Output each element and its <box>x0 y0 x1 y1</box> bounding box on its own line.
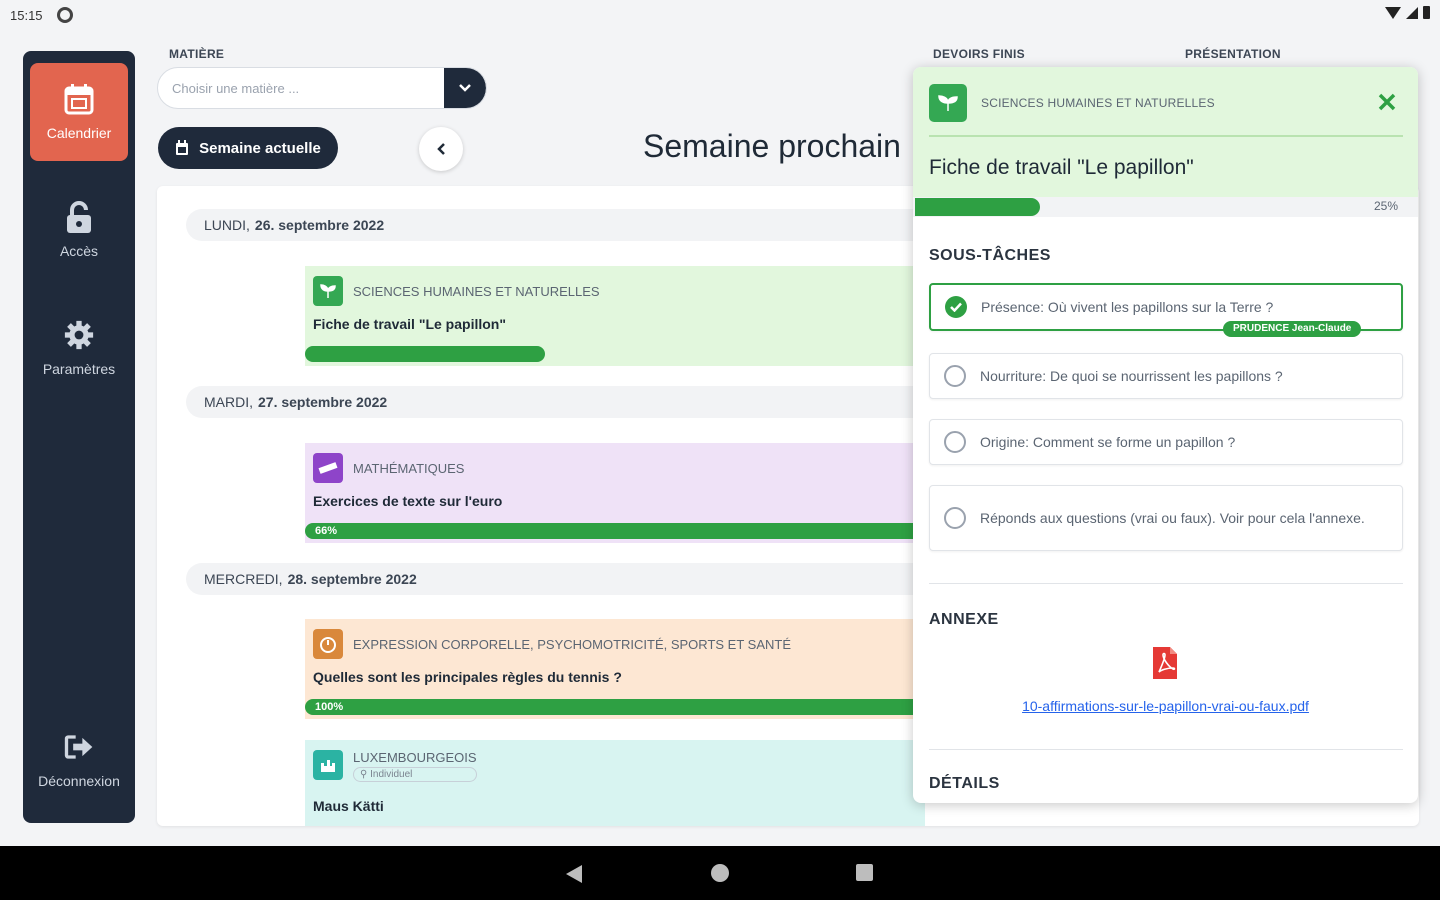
individual-badge-label: Individuel <box>370 769 413 780</box>
radio-circle-icon[interactable] <box>944 365 966 387</box>
logout-icon <box>64 731 94 763</box>
annex-file-link[interactable]: 10-affirmations-sur-le-papillon-vrai-ou-… <box>913 698 1418 714</box>
calendar-icon <box>176 140 189 155</box>
details-heading: DÉTAILS <box>929 775 1000 792</box>
radio-circle-icon[interactable] <box>944 507 966 529</box>
subtask-item[interactable]: Origine: Comment se forme un papillon ? <box>929 419 1403 465</box>
check-circle-icon <box>945 296 967 318</box>
sidebar-item-calendar[interactable]: Calendrier <box>30 63 128 161</box>
previous-week-button[interactable] <box>419 127 463 171</box>
done-label: DEVOIRS FINIS <box>933 47 1025 61</box>
ruler-icon <box>313 453 343 483</box>
task-subject: LUXEMBOURGEOIS <box>353 750 477 765</box>
day-weekday: MERCREDI, <box>204 571 283 587</box>
section-divider <box>929 583 1403 584</box>
battery-icon <box>1423 6 1430 19</box>
radio-circle-icon[interactable] <box>944 431 966 453</box>
day-weekday: LUNDI, <box>204 217 250 233</box>
annex-heading: ANNEXE <box>929 611 999 628</box>
subtask-text: Réponds aux questions (vrai ou faux). Vo… <box>980 509 1365 526</box>
subject-select[interactable]: Choisir une matière ... <box>157 67 487 109</box>
task-subject: MATHÉMATIQUES <box>353 460 465 476</box>
task-card[interactable]: LUXEMBOURGEOIS ⚲ Individuel Maus Kätti <box>305 740 925 826</box>
day-weekday: MARDI, <box>204 394 253 410</box>
status-icons <box>1385 6 1430 19</box>
status-bar: 15:15 <box>0 0 1440 30</box>
sidebar-item-label: Accès <box>59 243 99 259</box>
castle-icon <box>313 750 343 780</box>
status-time: 15:15 <box>10 7 43 23</box>
task-progress-bar <box>305 346 545 362</box>
task-subject: SCIENCES HUMAINES ET NATURELLES <box>353 283 600 299</box>
back-icon[interactable] <box>566 865 582 883</box>
subtasks-heading: SOUS-TÂCHES <box>929 247 1051 264</box>
panel-title: Fiche de travail "Le papillon" <box>929 156 1194 179</box>
individual-badge: ⚲ Individuel <box>353 767 477 782</box>
task-card[interactable]: MATHÉMATIQUES Exercices de texte sur l'e… <box>305 443 925 543</box>
subtask-text: Nourriture: De quoi se nourrissent les p… <box>980 368 1283 384</box>
sidebar-item-label: Déconnexion <box>38 773 120 789</box>
chevron-left-icon <box>437 143 445 155</box>
subject-select-placeholder: Choisir une matière ... <box>172 80 300 96</box>
lock-icon <box>64 201 94 233</box>
task-card[interactable]: SCIENCES HUMAINES ET NATURELLES Fiche de… <box>305 266 925 366</box>
sidebar: Calendrier Accès Paramètres Déconnexion <box>23 51 135 823</box>
wifi-icon <box>1385 6 1401 19</box>
task-title: Maus Kätti <box>313 798 384 814</box>
sidebar-item-label: Calendrier <box>46 125 112 141</box>
panel-subject: SCIENCES HUMAINES ET NATURELLES <box>981 96 1215 110</box>
signal-icon <box>1406 6 1418 19</box>
sidebar-item-settings[interactable]: Paramètres <box>30 299 128 397</box>
subtask-text: Présence: Où vivent les papillons sur la… <box>981 299 1274 315</box>
week-title: Semaine prochain <box>643 128 901 164</box>
gear-icon <box>64 319 94 351</box>
section-divider <box>929 749 1403 750</box>
day-header: MARDI, 27. septembre 2022 <box>186 386 946 418</box>
pdf-icon[interactable] <box>1151 645 1179 686</box>
day-date: 28. septembre 2022 <box>287 571 417 587</box>
task-card[interactable]: EXPRESSION CORPORELLE, PSYCHOMOTRICITÉ, … <box>305 619 925 719</box>
completed-by-badge: PRUDENCE Jean-Claude <box>1223 321 1362 337</box>
task-title: Fiche de travail "Le papillon" <box>313 316 506 332</box>
close-icon[interactable] <box>1376 91 1398 113</box>
task-title: Exercices de texte sur l'euro <box>313 493 503 509</box>
panel-progress-bar <box>915 198 1040 216</box>
presentation-label: PRÉSENTATION <box>1185 47 1281 61</box>
current-week-label: Semaine actuelle <box>199 139 321 157</box>
recent-apps-icon[interactable] <box>856 864 873 881</box>
sidebar-item-logout[interactable]: Déconnexion <box>30 711 128 809</box>
calendar-icon <box>64 83 94 115</box>
sprout-icon <box>929 84 967 122</box>
sidebar-item-label: Paramètres <box>42 361 116 377</box>
current-week-button[interactable]: Semaine actuelle <box>158 127 338 169</box>
day-header: LUNDI, 26. septembre 2022 <box>186 209 946 241</box>
subtask-item[interactable]: Réponds aux questions (vrai ou faux). Vo… <box>929 485 1403 551</box>
day-date: 27. septembre 2022 <box>258 394 388 410</box>
sprout-icon <box>313 276 343 306</box>
sidebar-item-access[interactable]: Accès <box>30 181 128 279</box>
home-icon[interactable] <box>711 864 729 882</box>
chevron-down-icon[interactable] <box>444 68 486 108</box>
day-header: MERCREDI, 28. septembre 2022 <box>186 563 946 595</box>
subtask-item[interactable]: Nourriture: De quoi se nourrissent les p… <box>929 353 1403 399</box>
day-date: 26. septembre 2022 <box>254 217 385 233</box>
globe-icon <box>56 7 73 23</box>
system-navigation-bar <box>0 846 1440 900</box>
panel-divider <box>929 135 1403 137</box>
task-progress-bar: 100% <box>305 699 925 715</box>
task-subject: EXPRESSION CORPORELLE, PSYCHOMOTRICITÉ, … <box>353 636 792 652</box>
subtask-text: Origine: Comment se forme un papillon ? <box>980 434 1236 450</box>
task-title: Quelles sont les principales règles du t… <box>313 669 622 685</box>
subject-label: MATIÈRE <box>169 47 225 61</box>
panel-progress-label: 25% <box>1374 199 1399 213</box>
stopwatch-icon <box>313 629 343 659</box>
task-detail-panel: SCIENCES HUMAINES ET NATURELLES Fiche de… <box>913 67 1418 803</box>
task-progress-bar: 66% <box>305 523 925 539</box>
